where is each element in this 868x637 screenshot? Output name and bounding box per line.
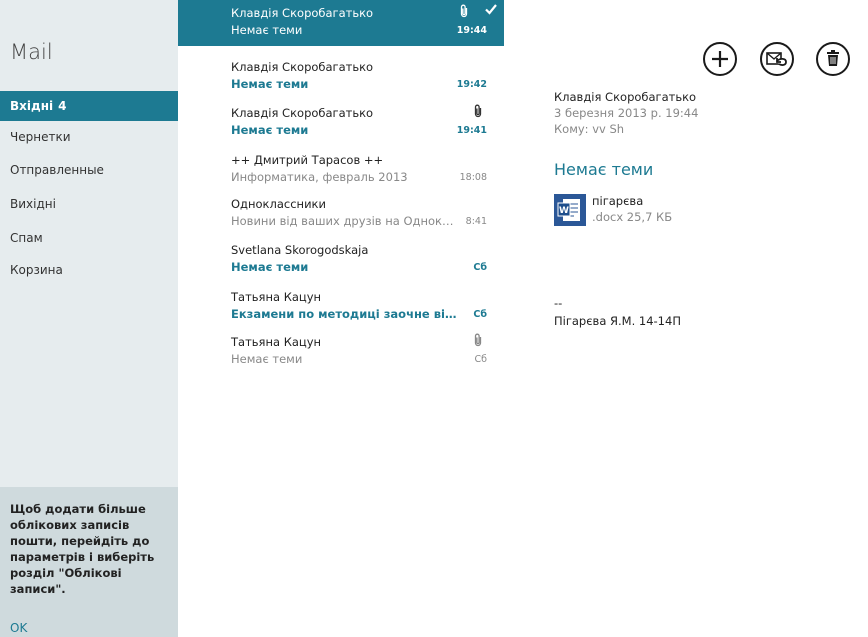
- checkmark-icon[interactable]: [484, 2, 498, 16]
- sidebar: Mail Вхідні 4 Чернетки Отправленные Вихід…: [0, 0, 178, 637]
- message-time: Сб: [474, 354, 488, 365]
- folder-trash[interactable]: Корзина: [10, 259, 170, 281]
- reading-pane: Клавдія Скоробагатько 3 березня 2013 р. …: [504, 0, 868, 637]
- list-item[interactable]: Клавдія Скоробагатько Немає теми 19:42: [178, 54, 504, 100]
- message-sender: Татьяна Кацун: [231, 335, 322, 349]
- message-sender: Клавдія Скоробагатько: [231, 106, 374, 120]
- paperclip-icon: [460, 4, 468, 18]
- svg-text:W: W: [559, 206, 569, 216]
- signature: Пігарєва Я.М. 14-14П: [554, 314, 681, 328]
- list-item[interactable]: Одноклассники Новини від ваших друзів на…: [178, 191, 504, 237]
- message-sender: ++ Дмитрий Тарасов ++: [231, 153, 384, 167]
- new-mail-button[interactable]: [703, 42, 737, 76]
- message-subject-heading: Немає теми: [554, 160, 654, 179]
- message-subject: Немає теми: [231, 260, 309, 274]
- delete-button[interactable]: [816, 42, 850, 76]
- message-time: 19:44: [456, 25, 487, 36]
- message-from: Клавдія Скоробагатько: [554, 90, 697, 104]
- attachment[interactable]: W пігарєва .docx 25,7 КБ: [554, 194, 704, 228]
- folder-drafts[interactable]: Чернетки: [10, 126, 170, 148]
- reply-button[interactable]: [760, 42, 794, 76]
- message-subject: Немає теми: [231, 123, 309, 137]
- message-subject: Екзамени по методиці заочне відді...: [231, 307, 459, 321]
- new-mail-icon: [712, 51, 728, 67]
- list-item[interactable]: ++ Дмитрий Тарасов ++ Информатика, февра…: [178, 147, 504, 193]
- message-time: Сб: [473, 309, 487, 320]
- message-time: Сб: [473, 262, 487, 273]
- reply-icon: [766, 52, 787, 66]
- list-item[interactable]: Svetlana Skorogodskaja Немає теми Сб: [178, 237, 504, 283]
- unread-count: 4: [58, 99, 67, 113]
- message-to: Кому: vv Sh: [554, 122, 625, 136]
- list-item[interactable]: Татьяна Кацун Екзамени по методиці заочн…: [178, 284, 504, 330]
- add-accounts-note: Щоб додати більше облікових записів пошт…: [0, 487, 178, 637]
- folder-label: Чернетки: [10, 130, 71, 144]
- message-subject: Немає теми: [231, 77, 309, 91]
- message-subject: Немає теми: [231, 352, 303, 366]
- signature-separator: --: [554, 296, 563, 310]
- folder-label: Спам: [10, 231, 43, 245]
- folder-sent[interactable]: Отправленные: [10, 159, 170, 181]
- app-title: Mail: [10, 40, 53, 64]
- message-sender: Клавдія Скоробагатько: [231, 60, 374, 74]
- message-time: 18:08: [459, 172, 487, 183]
- message-subject: Новини від ваших друзів на Однокла...: [231, 214, 459, 228]
- paperclip-icon: [474, 104, 482, 118]
- ok-link[interactable]: OK: [10, 621, 27, 635]
- folder-label: Корзина: [10, 263, 63, 277]
- folder-label: Вихідні: [10, 197, 56, 211]
- message-sender: Одноклассники: [231, 197, 326, 211]
- message-date: 3 березня 2013 р. 19:44: [554, 106, 699, 120]
- message-list: Клавдія Скоробагатько Немає теми 19:44 К…: [178, 0, 504, 637]
- message-time: 19:41: [456, 125, 487, 136]
- attachment-meta: .docx 25,7 КБ: [592, 210, 673, 224]
- message-time: 8:41: [465, 216, 487, 227]
- delete-icon: [827, 50, 839, 66]
- attachment-name: пігарєва: [592, 194, 644, 208]
- folder-inbox[interactable]: Вхідні 4: [0, 91, 178, 121]
- list-item[interactable]: Клавдія Скоробагатько Немає теми 19:41: [178, 100, 504, 146]
- message-sender: Клавдія Скоробагатько: [231, 6, 374, 20]
- folder-label: Вхідні: [10, 99, 54, 113]
- note-text: Щоб додати більше облікових записів пошт…: [10, 502, 155, 596]
- message-sender: Татьяна Кацун: [231, 290, 322, 304]
- folder-outbox[interactable]: Вихідні: [10, 193, 170, 215]
- folder-spam[interactable]: Спам: [10, 227, 170, 249]
- word-document-icon: W: [554, 194, 586, 226]
- list-item[interactable]: Татьяна Кацун Немає теми Сб: [178, 329, 504, 375]
- message-time: 19:42: [456, 79, 487, 90]
- list-item[interactable]: Клавдія Скоробагатько Немає теми 19:44: [178, 0, 504, 46]
- message-subject: Информатика, февраль 2013: [231, 170, 408, 184]
- paperclip-icon: [474, 333, 482, 347]
- message-sender: Svetlana Skorogodskaja: [231, 243, 369, 257]
- message-subject: Немає теми: [231, 23, 303, 37]
- folder-label: Отправленные: [10, 163, 104, 177]
